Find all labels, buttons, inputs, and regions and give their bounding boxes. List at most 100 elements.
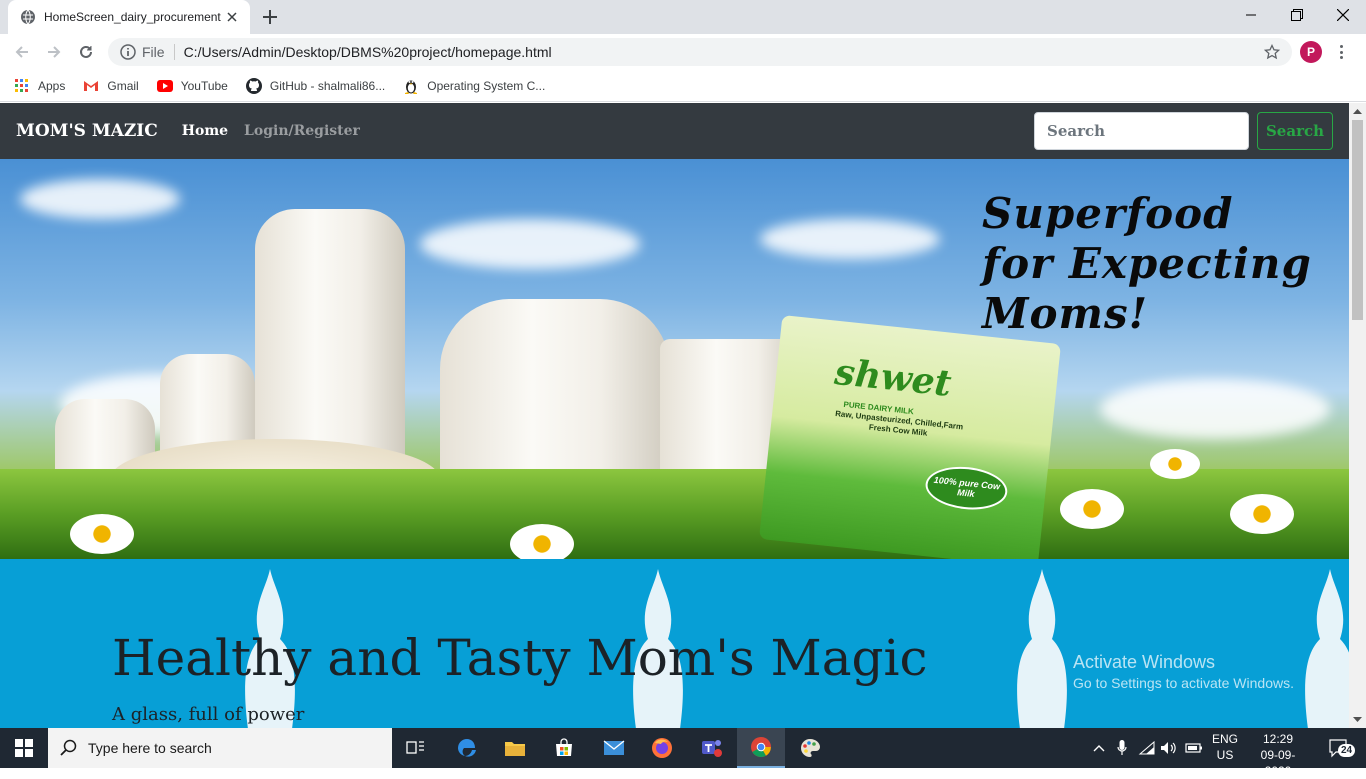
hero-banner: shwet PURE DAIRY MILK Raw, Unpasteurized…: [0, 159, 1349, 559]
milk-pack-image: shwet PURE DAIRY MILK Raw, Unpasteurized…: [759, 314, 1061, 559]
url-text[interactable]: C:/Users/Admin/Desktop/DBMS%20project/ho…: [184, 44, 1262, 60]
wifi-icon[interactable]: [1136, 728, 1158, 768]
battery-icon[interactable]: [1182, 728, 1206, 768]
jumbotron-section: Healthy and Tasty Mom's Magic A glass, f…: [0, 559, 1349, 728]
file-explorer-icon[interactable]: [491, 728, 539, 768]
bookmark-label: YouTube: [180, 78, 228, 93]
gmail-icon: [83, 78, 99, 94]
edge-browser-icon[interactable]: [443, 728, 491, 768]
taskbar-search-placeholder: Type here to search: [88, 740, 212, 756]
mail-icon[interactable]: [590, 728, 638, 768]
activate-windows-watermark: Activate Windows Go to Settings to activ…: [1073, 652, 1294, 691]
restore-button[interactable]: [1274, 0, 1320, 30]
site-brand[interactable]: MOM'S MAZIC: [16, 121, 158, 141]
scroll-down-icon[interactable]: [1353, 715, 1362, 724]
chrome-icon[interactable]: [737, 728, 785, 768]
daisy-flower-image: [1060, 489, 1124, 529]
bookmark-github[interactable]: GitHub - shalmali86...: [245, 77, 386, 94]
pack-seal: 100% pure Cow Milk: [923, 462, 1010, 514]
daisy-flower-image: [70, 514, 134, 554]
teams-icon[interactable]: [688, 728, 736, 768]
microphone-icon[interactable]: [1112, 728, 1132, 768]
nav-link-home[interactable]: Home: [182, 123, 228, 139]
close-tab-icon[interactable]: [224, 9, 240, 25]
profile-avatar[interactable]: P: [1300, 41, 1322, 63]
notification-count-badge: 24: [1338, 744, 1356, 757]
minimize-button[interactable]: [1228, 0, 1274, 30]
microsoft-store-icon[interactable]: [540, 728, 588, 768]
region-label: US: [1216, 748, 1234, 762]
scrollbar-thumb[interactable]: [1352, 120, 1363, 320]
linux-tux-icon: [403, 78, 419, 94]
site-search-button[interactable]: Search: [1257, 112, 1333, 150]
action-center-icon[interactable]: 24: [1318, 728, 1360, 768]
daisy-flower-image: [510, 524, 574, 559]
language-label: ENG: [1211, 732, 1238, 746]
site-navbar: MOM'S MAZIC Home Login/Register Search: [0, 103, 1349, 159]
browser-menu-icon[interactable]: [1336, 42, 1346, 62]
tagline-line: for Expecting: [982, 239, 1312, 288]
tab-title: HomeScreen_dairy_procurement: [44, 10, 221, 24]
bookmark-operating-system[interactable]: Operating System C...: [403, 78, 545, 94]
address-bar[interactable]: File C:/Users/Admin/Desktop/DBMS%20proje…: [108, 38, 1292, 66]
scroll-up-icon[interactable]: [1353, 107, 1362, 116]
close-window-button[interactable]: [1320, 0, 1366, 30]
bookmark-star-icon[interactable]: [1262, 42, 1282, 62]
windows-taskbar: Type here to search ENG US 12:29 09-09-2…: [0, 728, 1366, 778]
github-icon: [245, 77, 262, 94]
globe-icon: [21, 9, 35, 25]
forward-button[interactable]: [42, 40, 66, 64]
bookmark-youtube[interactable]: YouTube: [156, 78, 228, 94]
bookmark-label: Operating System C...: [427, 78, 546, 93]
cloud-shape: [760, 219, 940, 259]
scheme-label: File: [142, 44, 175, 60]
clock-date: 09-09-2020: [1260, 748, 1296, 778]
reload-button[interactable]: [74, 40, 98, 64]
paint-icon[interactable]: [786, 728, 834, 768]
task-view-icon[interactable]: [392, 728, 440, 768]
bookmarks-bar: Apps Gmail YouTube GitHub - shalmali86..…: [0, 70, 1366, 102]
bookmark-label: GitHub - shalmali86...: [269, 78, 386, 93]
tab-strip: HomeScreen_dairy_procurement: [0, 0, 1366, 34]
back-button[interactable]: [10, 40, 34, 64]
cloud-shape: [1100, 379, 1330, 439]
section-heading: Healthy and Tasty Mom's Magic: [112, 629, 928, 687]
milk-splash-image: [1017, 569, 1067, 728]
browser-toolbar: File C:/Users/Admin/Desktop/DBMS%20proje…: [0, 34, 1366, 70]
tagline-line: Superfood: [982, 189, 1234, 238]
hero-tagline: Superfood for Expecting Moms!: [982, 189, 1312, 339]
taskbar-search-box[interactable]: Type here to search: [48, 728, 392, 768]
nav-link-login-register[interactable]: Login/Register: [244, 123, 360, 139]
grass-field: [0, 469, 1349, 559]
volume-icon[interactable]: [1158, 728, 1180, 768]
site-search-input[interactable]: [1034, 112, 1249, 150]
cloud-shape: [20, 179, 180, 219]
section-lead: A glass, full of power: [112, 704, 305, 725]
watermark-subtitle: Go to Settings to activate Windows.: [1073, 675, 1294, 691]
milk-splash-image: [1305, 569, 1349, 728]
clock-time: 12:29: [1262, 732, 1294, 746]
browser-tab[interactable]: HomeScreen_dairy_procurement: [8, 0, 250, 34]
daisy-flower-image: [1150, 449, 1200, 479]
tagline-line: Moms!: [982, 289, 1149, 338]
pack-brand: shwet: [832, 350, 954, 405]
cloud-shape: [420, 219, 640, 269]
bookmark-apps[interactable]: Apps: [14, 78, 65, 94]
show-hidden-icons-chevron-up-icon[interactable]: [1090, 728, 1108, 768]
new-tab-button[interactable]: [258, 6, 282, 28]
taskbar-clock[interactable]: 12:29 09-09-2020: [1252, 731, 1304, 779]
apps-grid-icon: [14, 78, 30, 94]
youtube-icon: [156, 78, 173, 94]
bookmark-label: Gmail: [107, 78, 139, 93]
input-language[interactable]: ENG US: [1208, 731, 1242, 763]
windows-logo-icon: [15, 739, 33, 757]
page-scrollbar[interactable]: [1349, 103, 1366, 728]
daisy-flower-image: [1230, 494, 1294, 534]
bookmark-gmail[interactable]: Gmail: [83, 78, 139, 94]
firefox-icon[interactable]: [638, 728, 686, 768]
watermark-title: Activate Windows: [1073, 652, 1216, 672]
search-icon: [60, 739, 77, 756]
page-viewport: MOM'S MAZIC Home Login/Register Search s…: [0, 103, 1349, 728]
info-icon[interactable]: [120, 44, 136, 60]
start-button[interactable]: [0, 728, 48, 768]
